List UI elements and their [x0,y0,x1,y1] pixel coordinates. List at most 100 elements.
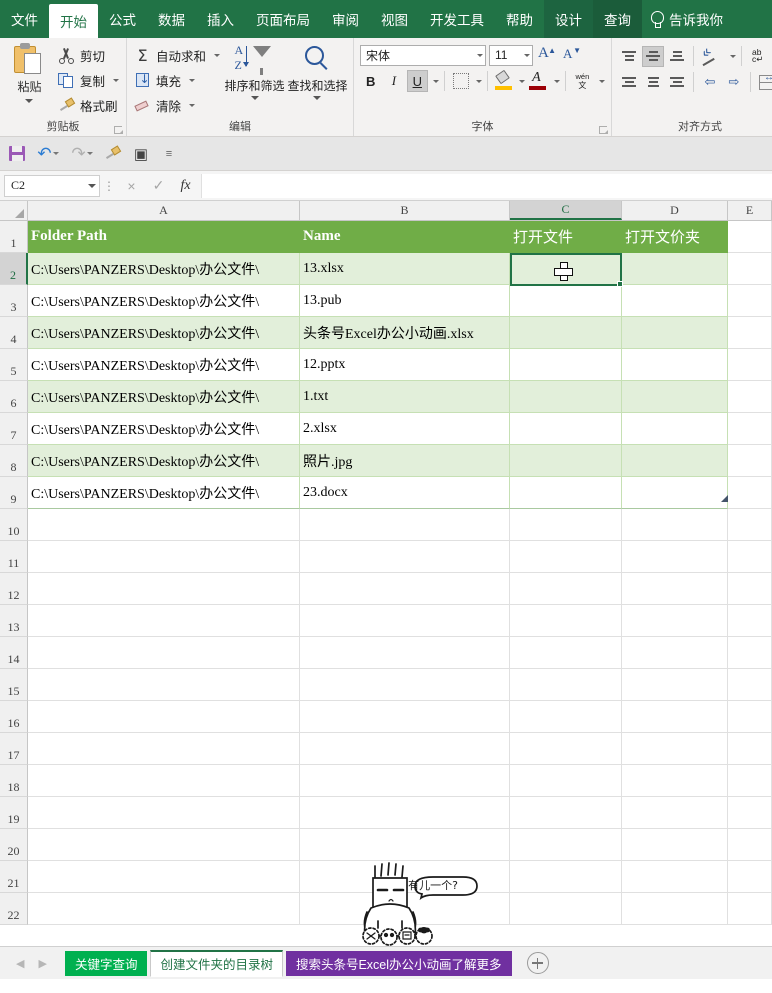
row-header-20[interactable]: 20 [0,829,28,861]
row-header-18[interactable]: 18 [0,765,28,797]
chevron-down-icon[interactable] [313,96,322,100]
cell-E21[interactable] [728,861,772,893]
cell-B9[interactable]: 23.docx [300,477,510,509]
ribbon-tab-insert[interactable]: 插入 [196,0,245,38]
cell-C20[interactable] [510,829,622,861]
chevron-down-icon[interactable] [432,79,439,83]
cell-A12[interactable] [28,573,300,605]
decrease-indent-button[interactable]: ⇦ [699,71,721,93]
cell-C15[interactable] [510,669,622,701]
cell-B2[interactable]: 13.xlsx [300,253,510,285]
clear-button[interactable]: 清除 [131,93,223,118]
cell-E22[interactable] [728,893,772,925]
cell-A15[interactable] [28,669,300,701]
row-header-11[interactable]: 11 [0,541,28,573]
ribbon-tab-view[interactable]: 视图 [370,0,419,38]
qat-more-button[interactable]: ≡ [156,141,182,167]
merge-center-button[interactable] [756,71,772,93]
row-header-6[interactable]: 6 [0,381,28,413]
cell-D9[interactable] [622,477,728,509]
cell-D6[interactable] [622,381,728,413]
chevron-down-icon[interactable] [113,79,119,82]
cell-A16[interactable] [28,701,300,733]
add-sheet-button[interactable] [526,952,549,974]
name-box[interactable]: C2 [4,174,100,197]
row-header-8[interactable]: 8 [0,445,28,477]
cell-A9[interactable]: C:\Users\PANZERS\Desktop\办公文件\ [28,477,300,509]
cell-A8[interactable]: C:\Users\PANZERS\Desktop\办公文件\ [28,445,300,477]
cell-C21[interactable] [510,861,622,893]
cell-C1[interactable]: 打开文件 [510,221,622,253]
cell-A11[interactable] [28,541,300,573]
font-dialog-launcher-icon[interactable] [599,125,608,134]
cell-A3[interactable]: C:\Users\PANZERS\Desktop\办公文件\ [28,285,300,317]
row-header-9[interactable]: 9 [0,477,28,509]
cell-A17[interactable] [28,733,300,765]
cell-A18[interactable] [28,765,300,797]
confirm-entry-button[interactable]: ✓ [145,174,172,198]
cell-D19[interactable] [622,797,728,829]
cell-B22[interactable] [300,893,510,925]
cell-B20[interactable] [300,829,510,861]
cell-A7[interactable]: C:\Users\PANZERS\Desktop\办公文件\ [28,413,300,445]
cell-D2[interactable] [622,253,728,285]
row-header-16[interactable]: 16 [0,701,28,733]
column-header-d[interactable]: D [622,201,728,220]
chevron-down-icon[interactable] [189,104,196,107]
qat-undo-button[interactable]: ↶ [32,141,64,167]
fill-button[interactable]: 填充 [131,68,223,93]
chevron-down-icon[interactable] [25,99,34,103]
column-header-a[interactable]: A [28,201,300,220]
cell-B8[interactable]: 照片.jpg [300,445,510,477]
cell-E2[interactable] [728,253,772,285]
cell-D15[interactable] [622,669,728,701]
increase-font-size-button[interactable]: A ▲ [536,44,558,66]
clipboard-dialog-launcher-icon[interactable] [114,125,123,134]
cell-C8[interactable] [510,445,622,477]
chevron-down-icon[interactable] [519,79,526,83]
row-header-22[interactable]: 22 [0,893,28,925]
insert-function-button[interactable]: fx [172,174,199,198]
chevron-down-icon[interactable] [476,79,483,83]
row-header-13[interactable]: 13 [0,605,28,637]
cell-E8[interactable] [728,445,772,477]
cell-E18[interactable] [728,765,772,797]
align-center-button[interactable] [642,72,664,93]
paste-button[interactable]: 粘贴 [4,41,55,103]
cell-A10[interactable] [28,509,300,541]
font-color-button[interactable]: A [527,70,548,92]
cell-C11[interactable] [510,541,622,573]
ribbon-tab-data[interactable]: 数据 [147,0,196,38]
cell-E16[interactable] [728,701,772,733]
bold-button[interactable]: B [360,70,381,92]
cell-D4[interactable] [622,317,728,349]
cell-D13[interactable] [622,605,728,637]
sheet-next-icon[interactable]: ▶ [38,957,46,970]
cell-B10[interactable] [300,509,510,541]
orientation-icon[interactable] [699,46,725,67]
row-header-5[interactable]: 5 [0,349,28,381]
ribbon-tab-review[interactable]: 审阅 [321,0,370,38]
row-header-1[interactable]: 1 [0,221,28,253]
align-middle-button[interactable] [642,45,664,67]
cell-D20[interactable] [622,829,728,861]
cell-B7[interactable]: 2.xlsx [300,413,510,445]
cell-A6[interactable]: C:\Users\PANZERS\Desktop\办公文件\ [28,381,300,413]
row-header-4[interactable]: 4 [0,317,28,349]
cell-E9[interactable] [728,477,772,509]
tell-me-box[interactable]: 告诉我你 [642,0,731,38]
cell-E14[interactable] [728,637,772,669]
cell-B11[interactable] [300,541,510,573]
align-right-button[interactable] [666,72,688,93]
cell-E1[interactable] [728,221,772,253]
increase-indent-button[interactable]: ⇨ [723,71,745,93]
cell-C14[interactable] [510,637,622,669]
cell-D7[interactable] [622,413,728,445]
cell-B3[interactable]: 13.pub [300,285,510,317]
cell-E3[interactable] [728,285,772,317]
cancel-entry-button[interactable]: × [118,174,145,198]
qat-save-button[interactable] [4,141,30,167]
chevron-down-icon[interactable] [214,54,221,57]
align-bottom-button[interactable] [666,46,688,67]
cell-E19[interactable] [728,797,772,829]
